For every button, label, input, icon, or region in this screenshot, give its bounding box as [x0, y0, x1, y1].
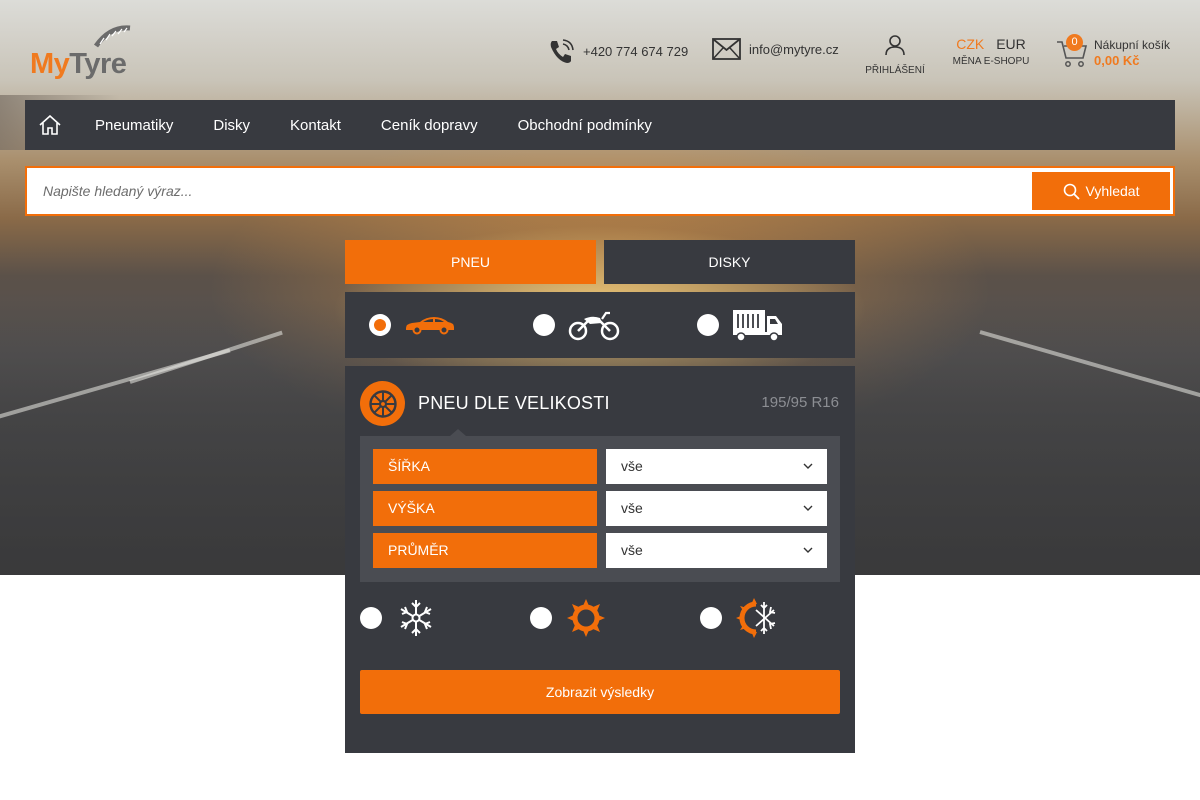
home-button[interactable]	[25, 100, 75, 150]
field-label-diameter: PRŮMĚR	[373, 533, 597, 568]
user-icon	[885, 35, 905, 56]
search-button-label: Vyhledat	[1085, 183, 1140, 199]
email-address: info@mytyre.cz	[749, 41, 839, 57]
winter-snowflake-icon	[400, 600, 432, 636]
shopping-cart[interactable]: 0 Nákupní košík 0,00 Kč	[1056, 34, 1186, 70]
site-header: MyTyre +420 774 674 729 info@mytyre.cz P…	[0, 0, 1200, 100]
login-link[interactable]: PŘIHLÁŠENÍ	[860, 34, 930, 76]
currency-eur[interactable]: EUR	[996, 36, 1026, 52]
panel-title: PNEU DLE VELIKOSTI	[418, 393, 610, 413]
radio-selected-dot	[374, 319, 386, 331]
season-radio-all-season[interactable]	[700, 607, 722, 629]
home-icon	[39, 115, 61, 135]
main-nav: Pneumatiky Disky Kontakt Ceník dopravy O…	[25, 100, 1175, 150]
tab-disky[interactable]: DISKY	[604, 240, 855, 284]
cart-count-badge: 0	[1066, 34, 1083, 51]
nav-item-pneumatiky[interactable]: Pneumatiky	[95, 117, 173, 134]
vehicle-radio-truck[interactable]	[697, 314, 719, 336]
car-icon	[406, 317, 454, 335]
field-row-diameter: PRŮMĚR vše	[373, 533, 827, 568]
currency-czk[interactable]: CZK	[956, 36, 984, 52]
tire-tread-logo-icon	[93, 25, 131, 48]
logo-my: My	[30, 48, 70, 80]
season-selector	[360, 594, 840, 642]
vehicle-radio-car[interactable]	[369, 314, 391, 336]
search-bar: Vyhledat	[25, 166, 1175, 216]
nav-item-disky[interactable]: Disky	[213, 117, 250, 134]
chevron-down-icon	[803, 505, 813, 511]
phone-contact[interactable]: +420 774 674 729	[548, 38, 688, 65]
product-type-tabs: PNEU DISKY	[345, 240, 855, 284]
vehicle-type-selector	[345, 292, 855, 358]
motorcycle-icon	[568, 311, 620, 341]
email-contact[interactable]: info@mytyre.cz	[712, 38, 839, 60]
chevron-down-icon	[803, 547, 813, 553]
tire-size-panel: PNEU DLE VELIKOSTI 195/95 R16 ŠÍŘKA vše …	[345, 366, 855, 753]
vehicle-option-car[interactable]	[369, 292, 456, 358]
diameter-select[interactable]: vše	[606, 533, 827, 568]
vehicle-radio-motorcycle[interactable]	[533, 314, 555, 336]
vehicle-option-truck[interactable]	[697, 292, 784, 358]
phone-number: +420 774 674 729	[583, 44, 689, 59]
search-button[interactable]: Vyhledat	[1032, 172, 1170, 210]
tab-pneu[interactable]: PNEU	[345, 240, 596, 284]
logo-tyre: Tyre	[69, 48, 127, 80]
height-select[interactable]: vše	[606, 491, 827, 526]
fields-pointer-notch	[450, 429, 466, 436]
diameter-select-value: vše	[621, 542, 643, 558]
width-select-value: vše	[621, 458, 643, 474]
nav-item-obchodni-podminky[interactable]: Obchodní podmínky	[518, 117, 652, 134]
cart-title: Nákupní košík	[1094, 38, 1171, 52]
field-row-height: VÝŠKA vše	[373, 491, 827, 526]
show-results-button[interactable]: Zobrazit výsledky	[360, 670, 840, 714]
size-fields: ŠÍŘKA vše VÝŠKA vše PRŮMĚR vše	[360, 429, 840, 582]
field-label-width: ŠÍŘKA	[373, 449, 597, 484]
truck-icon	[733, 310, 782, 342]
season-radio-summer[interactable]	[530, 607, 552, 629]
width-select[interactable]: vše	[606, 449, 827, 484]
login-label: PŘIHLÁŠENÍ	[865, 65, 925, 76]
currency-label: MĚNA E-SHOPU	[952, 56, 1030, 67]
nav-item-kontakt[interactable]: Kontakt	[290, 117, 341, 134]
envelope-icon	[712, 38, 741, 60]
phone-icon	[550, 39, 574, 63]
panel-icon-badge	[360, 381, 405, 426]
search-input[interactable]	[27, 168, 1027, 214]
season-radio-winter[interactable]	[360, 607, 382, 629]
logo[interactable]: MyTyre	[30, 24, 134, 80]
season-option-all-season[interactable]	[700, 594, 778, 642]
vehicle-option-motorcycle[interactable]	[533, 292, 620, 358]
all-season-icon	[736, 598, 776, 638]
field-label-height: VÝŠKA	[373, 491, 597, 526]
height-select-value: vše	[621, 500, 643, 516]
summer-sun-icon	[567, 599, 605, 637]
currency-switcher: CZK EUR MĚNA E-SHOPU	[950, 36, 1032, 67]
chevron-down-icon	[803, 463, 813, 469]
nav-item-cenik-dopravy[interactable]: Ceník dopravy	[381, 117, 478, 134]
search-icon	[1063, 183, 1080, 200]
logo-text: MyTyre	[30, 48, 127, 81]
season-option-winter[interactable]	[360, 594, 435, 642]
wheel-icon	[368, 389, 397, 418]
season-option-summer[interactable]	[530, 594, 606, 642]
cart-total: 0,00 Kč	[1094, 53, 1140, 68]
field-row-width: ŠÍŘKA vše	[373, 449, 827, 484]
size-summary: 195/95 R16	[761, 394, 839, 411]
